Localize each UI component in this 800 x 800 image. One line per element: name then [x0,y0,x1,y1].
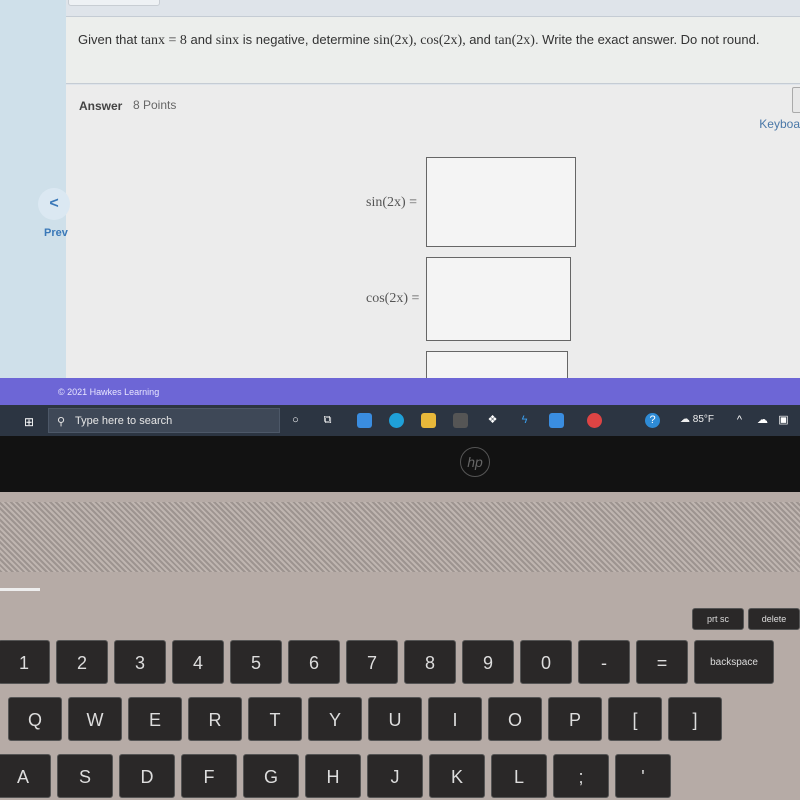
sin2x-input[interactable] [426,157,576,247]
key[interactable]: 6 [288,640,340,684]
q-tan-target: tan(2x) [494,33,535,48]
prtsc-key[interactable]: prt sc [692,608,744,630]
key[interactable]: P [548,697,602,741]
key[interactable]: J [367,754,423,798]
key[interactable]: H [305,754,361,798]
key[interactable]: [ [608,697,662,741]
key[interactable]: Y [308,697,362,741]
key[interactable]: ] [668,697,722,741]
key[interactable]: - [578,640,630,684]
key[interactable]: 8 [404,640,456,684]
footer: © 2021 Hawkes Learning [0,378,800,405]
search-placeholder: Type here to search [75,415,173,427]
key[interactable]: 5 [230,640,282,684]
key[interactable]: 0 [520,640,572,684]
laptop-bezel [0,436,800,492]
key[interactable]: Q [8,697,62,741]
key[interactable]: R [188,697,242,741]
q-tan: tanx = 8 [140,33,187,48]
chrome-icon[interactable] [587,413,602,428]
q-mid2: is negative, determine [239,32,374,47]
key[interactable]: backspace [694,640,774,684]
power-indicator [0,588,40,591]
key[interactable]: A [0,754,51,798]
edge-icon[interactable] [389,413,404,428]
question-panel: Given that tanx = 8 and sinx is negative… [66,16,800,84]
answer-panel: Answer 8 Points Keyboa sin(2x) = cos(2x)… [66,85,800,391]
key[interactable]: ' [615,754,671,798]
notification-icon[interactable]: ▣ [776,413,791,428]
key[interactable]: I [428,697,482,741]
chevron-left-icon: < [49,195,59,212]
laptop-body: prt sc delete 1 2 3 4 5 6 7 8 9 0- = backspace Q W E R T… [0,492,800,800]
key[interactable]: = [636,640,688,684]
temperature: 85°F [692,414,715,425]
cortana-icon[interactable]: ○ [288,413,303,428]
points-label: 8 Points [133,98,177,112]
prev-button[interactable]: < [38,188,70,220]
key[interactable]: ; [553,754,609,798]
key[interactable]: F [181,754,237,798]
q-prefix: Given that [78,32,141,47]
key[interactable]: O [488,697,542,741]
key[interactable]: L [491,754,547,798]
key[interactable]: 4 [172,640,224,684]
key[interactable]: K [429,754,485,798]
key[interactable]: 1 [0,640,50,684]
dropbox-icon[interactable]: ❖ [485,413,500,428]
hp-logo: hp [460,447,490,477]
copyright: © 2021 Hawkes Learning [58,387,160,397]
key[interactable]: 9 [462,640,514,684]
sin2x-label: sin(2x) = [366,195,418,210]
delete-key[interactable]: delete [748,608,800,630]
key[interactable]: 3 [114,640,166,684]
app-icon[interactable] [549,413,564,428]
taskbar: ⊞ ⚲ Type here to search ○ ⧉ ❖ ϟ ? ☁ 85°F… [0,405,800,436]
chevron-up-icon[interactable]: ^ [732,413,747,428]
q-targets: sin(2x), cos(2x), [373,33,470,48]
speaker-grille [0,502,800,572]
task-view-icon[interactable]: ⧉ [320,413,335,428]
q-mid3: and [469,32,495,47]
keyboard-button[interactable] [792,87,800,113]
windows-start-icon[interactable]: ⊞ [24,415,34,429]
weather[interactable]: ☁ 85°F [680,414,714,425]
screen: Given that tanx = 8 and sinx is negative… [0,0,800,436]
cos2x-label: cos(2x) = [366,291,420,306]
taskbar-search[interactable]: ⚲ Type here to search [48,408,280,433]
cos2x-input[interactable] [426,257,571,341]
lightning-app-icon[interactable]: ϟ [517,413,532,428]
q-mid1: and [186,32,216,47]
q-sin: sinx [215,33,240,48]
key[interactable]: E [128,697,182,741]
keyboard-label[interactable]: Keyboa [759,117,800,131]
q-suffix: . Write the exact answer. Do not round. [534,32,760,47]
file-explorer-icon[interactable] [421,413,436,428]
question-tab[interactable] [68,0,160,6]
key[interactable]: U [368,697,422,741]
help-icon[interactable]: ? [645,413,660,428]
onedrive-icon[interactable]: ☁ [755,413,770,428]
key[interactable]: S [57,754,113,798]
key[interactable]: G [243,754,299,798]
store-icon[interactable] [453,413,468,428]
key[interactable]: 7 [346,640,398,684]
key[interactable]: D [119,754,175,798]
search-icon: ⚲ [57,416,66,428]
key[interactable]: W [68,697,122,741]
question-text: Given that tanx = 8 and sinx is negative… [78,32,759,49]
mail-icon[interactable] [357,413,372,428]
prev-label[interactable]: Prev [44,227,68,239]
key[interactable]: T [248,697,302,741]
answer-label: Answer [79,99,123,113]
key[interactable]: 2 [56,640,108,684]
